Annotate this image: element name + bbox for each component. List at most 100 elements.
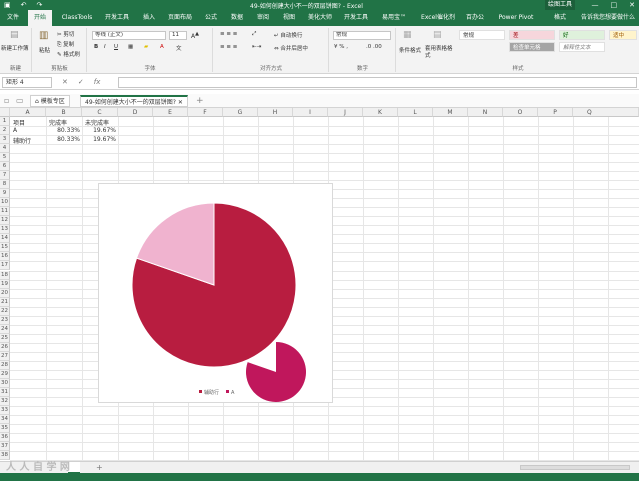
table-format-icon[interactable]: ▤ (433, 30, 442, 40)
new-file-icon[interactable]: ▫ (4, 96, 9, 106)
number-format-select[interactable]: 常规 (333, 31, 391, 40)
row-header-22[interactable]: 22 (0, 306, 10, 316)
row-header-15[interactable]: 15 (0, 243, 10, 253)
redo-icon[interactable]: ↷ (37, 1, 43, 9)
row-header-27[interactable]: 27 (0, 351, 10, 361)
font-name-select[interactable]: 等线 (正文) (92, 31, 166, 40)
select-all-corner[interactable] (0, 108, 10, 117)
col-header-b[interactable]: B (46, 108, 82, 117)
col-header-f[interactable]: F (188, 108, 223, 117)
tell-me-box[interactable]: 告诉我您想要做什么 (581, 10, 635, 26)
orientation-icon[interactable]: ⤢ (252, 31, 256, 38)
col-header-k[interactable]: K (363, 108, 398, 117)
style-explanatory[interactable]: 解释性文本 (559, 42, 605, 52)
table-format-button[interactable]: 套用表格格式 (425, 46, 457, 60)
enter-icon[interactable]: ✓ (78, 77, 84, 88)
row-header-14[interactable]: 14 (0, 234, 10, 244)
row-header-20[interactable]: 20 (0, 288, 10, 298)
tab-page-layout[interactable]: 页面布局 (164, 10, 196, 26)
minimize-button[interactable]: — (592, 0, 599, 10)
col-header-m[interactable]: M (433, 108, 468, 117)
row-header-12[interactable]: 12 (0, 216, 10, 226)
add-tab-button[interactable]: + (196, 96, 204, 106)
col-header-d[interactable]: D (118, 108, 153, 117)
col-header-j[interactable]: J (328, 108, 363, 117)
conditional-format-button[interactable]: 条件格式 (399, 46, 421, 54)
row-header-2[interactable]: 2 (0, 126, 10, 136)
format-painter-button[interactable]: ✎ 格式刷 (57, 50, 80, 58)
row-header-4[interactable]: 4 (0, 144, 10, 154)
col-header-a[interactable]: A (10, 108, 46, 117)
phonetic-icon[interactable]: 文 (176, 44, 182, 52)
row-header-29[interactable]: 29 (0, 369, 10, 379)
cell-a3[interactable]: 辅助行 (13, 136, 31, 145)
new-workbook-icon[interactable]: ▤ (10, 30, 19, 40)
tab-file[interactable]: 文件 (2, 10, 24, 26)
wrap-text-button[interactable]: ↵ 自动换行 (274, 31, 302, 39)
cell-b1[interactable]: 完成率 (49, 118, 67, 127)
decimal-icon[interactable]: .0 .00 (366, 44, 382, 50)
tab-baiban[interactable]: 百办公 (462, 10, 488, 26)
worksheet-grid[interactable]: A B C D E F G H I J K L M N O P Q 123456… (0, 108, 639, 461)
col-header-i[interactable]: I (293, 108, 328, 117)
paste-icon[interactable]: ▥ (39, 30, 48, 41)
tab-yiyongbao[interactable]: 易用宝™ (376, 10, 412, 26)
close-button[interactable]: ✕ (629, 0, 635, 10)
row-header-9[interactable]: 9 (0, 189, 10, 199)
horizontal-scrollbar[interactable] (520, 465, 630, 470)
tab-review[interactable]: 审阅 (252, 10, 274, 26)
tab-data[interactable]: 数据 (226, 10, 248, 26)
row-header-31[interactable]: 31 (0, 387, 10, 397)
style-neutral[interactable]: 适中 (609, 30, 637, 40)
cell-c1[interactable]: 未完成率 (85, 118, 109, 127)
copy-button[interactable]: ⎘ 复制 (57, 40, 74, 49)
row-header-37[interactable]: 37 (0, 442, 10, 452)
font-color-icon[interactable]: A (160, 44, 164, 50)
tab-format[interactable]: 格式 (545, 10, 575, 26)
tab-power-pivot[interactable]: Power Pivot (496, 10, 536, 26)
col-header-c[interactable]: C (82, 108, 118, 117)
row-header-1[interactable]: 1 (0, 117, 10, 127)
cell-a1[interactable]: 项目 (13, 118, 25, 127)
doc-tab-template[interactable]: ⌂ 模板专区 (30, 95, 70, 107)
tab-formulas[interactable]: 公式 (200, 10, 222, 26)
tab-insert[interactable]: 插入 (138, 10, 160, 26)
doc-tab-workbook[interactable]: 49-如何创建大小不一的双层饼图? ✕ (80, 95, 188, 107)
cell-b2[interactable]: 80.33% (46, 127, 80, 134)
cancel-icon[interactable]: ✕ (62, 77, 68, 88)
row-header-7[interactable]: 7 (0, 171, 10, 181)
row-header-11[interactable]: 11 (0, 207, 10, 217)
tab-beautify[interactable]: 美化大师 (304, 10, 336, 26)
style-bad[interactable]: 差 (509, 30, 555, 40)
row-header-18[interactable]: 18 (0, 270, 10, 280)
cell-c3[interactable]: 19.67% (82, 136, 116, 143)
close-tab-icon[interactable]: ✕ (178, 99, 183, 106)
cell-b3[interactable]: 80.33% (46, 136, 80, 143)
row-header-16[interactable]: 16 (0, 252, 10, 262)
row-header-32[interactable]: 32 (0, 396, 10, 406)
new-workbook-button[interactable]: 新建工作簿 (1, 44, 29, 52)
tab-developer-2[interactable]: 开发工具 (340, 10, 372, 26)
name-box[interactable]: 矩形 4 (2, 77, 52, 88)
italic-button[interactable]: I (104, 44, 106, 50)
style-normal[interactable]: 常规 (459, 30, 505, 40)
row-header-17[interactable]: 17 (0, 261, 10, 271)
col-header-q[interactable]: Q (573, 108, 639, 117)
merge-center-button[interactable]: ⇔ 合并后居中 (274, 44, 308, 52)
row-header-25[interactable]: 25 (0, 333, 10, 343)
row-header-3[interactable]: 3 (0, 135, 10, 145)
cell-c2[interactable]: 19.67% (82, 127, 116, 134)
tab-developer[interactable]: 开发工具 (100, 10, 134, 26)
style-good[interactable]: 好 (559, 30, 605, 40)
fill-color-icon[interactable]: ▰ (144, 44, 148, 50)
bold-button[interactable]: B (94, 44, 98, 50)
row-header-6[interactable]: 6 (0, 162, 10, 172)
col-header-o[interactable]: O (503, 108, 538, 117)
underline-button[interactable]: U (114, 44, 118, 50)
tab-classtools[interactable]: ClassTools (57, 10, 97, 26)
cell-a2[interactable]: A (13, 127, 17, 134)
formula-input[interactable] (118, 77, 637, 88)
grow-font-button[interactable]: A▲ (191, 31, 199, 40)
row-header-5[interactable]: 5 (0, 153, 10, 163)
row-header-26[interactable]: 26 (0, 342, 10, 352)
